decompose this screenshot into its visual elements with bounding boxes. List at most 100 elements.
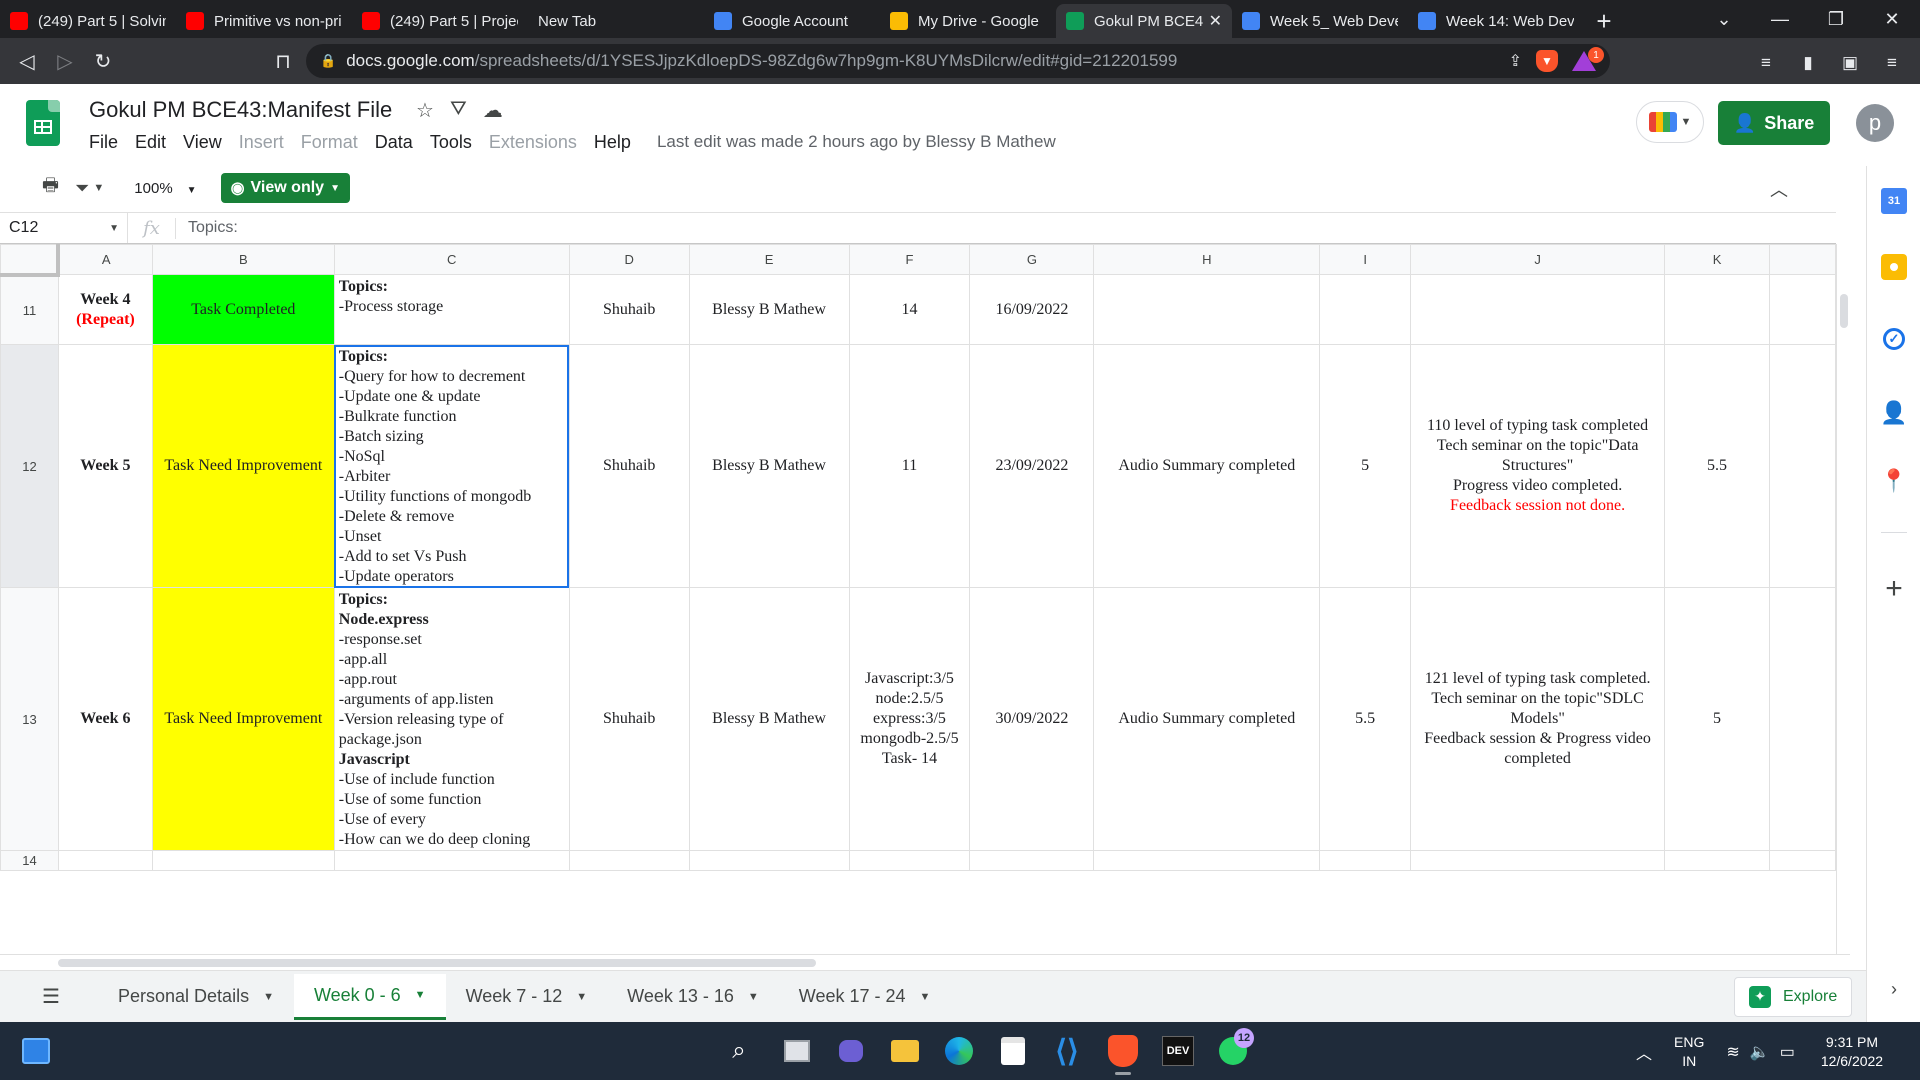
menu-insert[interactable]: Insert bbox=[239, 132, 284, 153]
edge-icon[interactable] bbox=[942, 1034, 976, 1068]
cell-remarks[interactable] bbox=[1410, 274, 1666, 345]
explore-button[interactable]: ✦ Explore bbox=[1734, 976, 1852, 1017]
share-button[interactable]: 👤 Share bbox=[1718, 101, 1830, 145]
cell-reviewer[interactable]: Blessy B Mathew bbox=[688, 274, 850, 345]
cell-date[interactable]: 23/09/2022 bbox=[969, 344, 1095, 588]
cell[interactable] bbox=[1093, 850, 1321, 871]
cell-summary[interactable] bbox=[1093, 274, 1321, 345]
filter-dropdown-icon[interactable]: ▼ bbox=[93, 182, 104, 194]
cell-trainer[interactable]: Shuhaib bbox=[568, 587, 690, 851]
column-header[interactable]: E bbox=[688, 244, 850, 275]
start-button[interactable] bbox=[668, 1036, 698, 1066]
formula-input[interactable]: Topics: bbox=[176, 219, 238, 237]
cell-remarks[interactable]: 110 level of typing task completed Tech s… bbox=[1410, 344, 1666, 588]
cell[interactable] bbox=[688, 850, 850, 871]
cell-rating[interactable] bbox=[1319, 274, 1412, 345]
cell[interactable] bbox=[151, 850, 335, 871]
playlist-icon[interactable]: ≡ bbox=[1748, 44, 1784, 82]
cell-trainer[interactable]: Shuhaib bbox=[568, 274, 690, 345]
dev-app-icon[interactable]: DEV bbox=[1162, 1036, 1194, 1066]
file-explorer-icon[interactable] bbox=[888, 1034, 922, 1068]
browser-tab[interactable]: New Tab bbox=[528, 4, 704, 38]
chevron-down-icon[interactable]: ▼ bbox=[920, 991, 931, 1003]
menu-format[interactable]: Format bbox=[301, 132, 358, 153]
menu-view[interactable]: View bbox=[183, 132, 222, 153]
cell-status[interactable]: Task Need Improvement bbox=[151, 344, 335, 588]
cell[interactable] bbox=[1664, 850, 1770, 871]
menu-data[interactable]: Data bbox=[375, 132, 413, 153]
contacts-icon[interactable]: 👤 bbox=[1880, 400, 1907, 426]
column-header[interactable]: H bbox=[1093, 244, 1321, 275]
tasks-icon[interactable]: ✓ bbox=[1883, 328, 1905, 350]
close-window-button[interactable]: ✕ bbox=[1864, 0, 1920, 38]
cell-status[interactable]: Task Completed bbox=[151, 274, 335, 345]
chevron-down-icon[interactable]: ▼ bbox=[748, 991, 759, 1003]
sheet-tab[interactable]: Week 17 - 24 ▼ bbox=[779, 974, 951, 1020]
cell-topics[interactable]: Topics: Node.express -response.set -app.all… bbox=[333, 587, 570, 851]
reload-button[interactable]: ↻ bbox=[84, 42, 122, 80]
close-tab-icon[interactable]: ✕ bbox=[1209, 11, 1222, 31]
account-avatar[interactable]: p bbox=[1856, 104, 1894, 142]
document-title[interactable]: Gokul PM BCE43:Manifest File bbox=[89, 97, 392, 123]
quick-settings[interactable]: ≋ 🔈 ▭ bbox=[1726, 1042, 1794, 1062]
browser-tab[interactable]: Week 14: Web Deve bbox=[1408, 4, 1584, 38]
cell-date[interactable]: 16/09/2022 bbox=[969, 274, 1095, 345]
forward-button[interactable]: ▷ bbox=[46, 42, 84, 80]
sheets-logo-icon[interactable] bbox=[26, 100, 60, 146]
browser-tab[interactable]: (249) Part 5 | Projec bbox=[352, 4, 528, 38]
task-view-icon[interactable] bbox=[780, 1034, 814, 1068]
column-header[interactable]: K bbox=[1664, 244, 1770, 275]
new-tab-button[interactable]: + bbox=[1584, 4, 1624, 38]
spreadsheet-grid[interactable]: ABCDEFGHIJK 11 Week 4 (Repeat) Task Complet… bbox=[0, 244, 1836, 954]
show-side-panel-icon[interactable]: › bbox=[1881, 976, 1907, 1002]
print-icon[interactable]: 🖶 bbox=[42, 173, 59, 203]
column-header[interactable]: C bbox=[333, 244, 570, 275]
get-addons-icon[interactable]: + bbox=[1881, 572, 1907, 605]
cell-remarks[interactable]: 121 level of typing task completed. Tech … bbox=[1410, 587, 1666, 851]
row-header[interactable]: 11 bbox=[0, 274, 59, 345]
menu-tools[interactable]: Tools bbox=[430, 132, 472, 153]
cell-final-rating[interactable] bbox=[1664, 274, 1770, 345]
column-header[interactable]: A bbox=[57, 244, 153, 275]
cell-score[interactable]: 14 bbox=[848, 274, 971, 345]
back-button[interactable]: ◁ bbox=[8, 42, 46, 80]
wallet-icon[interactable]: ▣ bbox=[1832, 44, 1868, 82]
cell-topics[interactable]: Topics: -Query for how to decrement -Updat… bbox=[333, 344, 570, 588]
filter-icon[interactable]: ⏷ bbox=[75, 178, 89, 199]
collapse-menus-icon[interactable]: ︿ bbox=[1770, 176, 1788, 202]
view-only-button[interactable]: ◉ View only ▼ bbox=[220, 173, 350, 203]
cell[interactable] bbox=[1410, 850, 1666, 871]
sheet-tab[interactable]: Week 0 - 6 ▼ bbox=[293, 973, 446, 1020]
brave-rewards-icon[interactable]: 1 bbox=[1572, 47, 1604, 71]
cell-rating[interactable]: 5.5 bbox=[1319, 587, 1412, 851]
horizontal-scroll-thumb[interactable] bbox=[58, 959, 816, 967]
column-header[interactable]: F bbox=[848, 244, 971, 275]
show-hidden-icons-icon[interactable]: ︿ bbox=[1636, 1040, 1652, 1064]
calendar-icon[interactable]: 31 bbox=[1881, 188, 1907, 214]
browser-tab[interactable]: Gokul PM BCE4 ✕ bbox=[1056, 4, 1232, 38]
browser-tab[interactable]: (249) Part 5 | Solving bbox=[0, 4, 176, 38]
browser-tab[interactable]: My Drive - Google bbox=[880, 4, 1056, 38]
cell-summary[interactable]: Audio Summary completed bbox=[1093, 587, 1321, 851]
sidebar-icon[interactable]: ▮ bbox=[1790, 44, 1826, 82]
cell-trainer[interactable]: Shuhaib bbox=[568, 344, 690, 588]
menu-file[interactable]: File bbox=[89, 132, 118, 153]
widgets-icon[interactable] bbox=[22, 1038, 50, 1064]
cell[interactable] bbox=[1319, 850, 1412, 871]
cell[interactable] bbox=[333, 850, 570, 871]
cell-rating[interactable]: 5 bbox=[1319, 344, 1412, 588]
row-header[interactable]: 12 bbox=[0, 344, 59, 588]
meet-button[interactable]: ▼ bbox=[1636, 101, 1704, 143]
cell-reviewer[interactable]: Blessy B Mathew bbox=[688, 587, 850, 851]
chevron-down-icon[interactable]: ▼ bbox=[576, 991, 587, 1003]
sheet-tab[interactable]: Week 7 - 12 ▼ bbox=[446, 974, 608, 1020]
cell[interactable] bbox=[1768, 274, 1836, 345]
cell-topics[interactable]: Topics: -Process storage bbox=[333, 274, 570, 345]
cell-final-rating[interactable]: 5 bbox=[1664, 587, 1770, 851]
maps-icon[interactable]: 📍 bbox=[1880, 468, 1907, 494]
cell[interactable] bbox=[568, 850, 690, 871]
last-edit-link[interactable]: Last edit was made 2 hours ago by Blessy… bbox=[657, 132, 1056, 153]
tab-search-chevron-icon[interactable]: ⌄ bbox=[1696, 0, 1752, 38]
cell[interactable] bbox=[848, 850, 971, 871]
column-header[interactable]: G bbox=[969, 244, 1095, 275]
